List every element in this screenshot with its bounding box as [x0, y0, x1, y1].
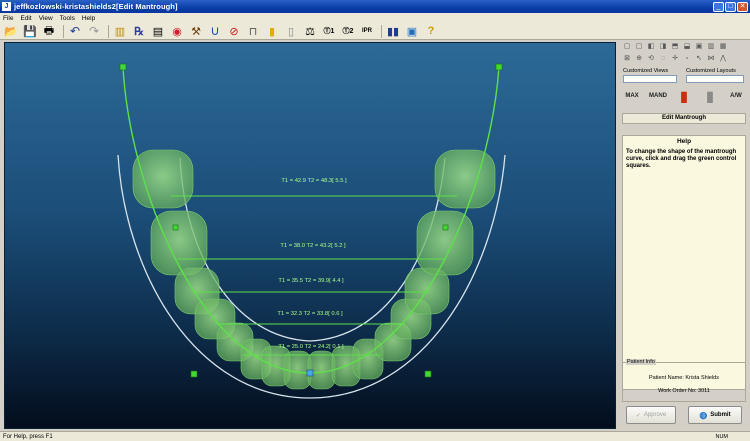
- help-icon[interactable]: ?: [423, 24, 439, 39]
- teeth-group: [132, 149, 496, 390]
- view-bottom-icon[interactable]: ⬓: [682, 42, 692, 52]
- customized-views-dropdown[interactable]: [623, 75, 677, 83]
- t2-icon[interactable]: Ⓣ2: [340, 24, 356, 39]
- patient-info-label: Patient Info: [626, 359, 656, 365]
- patient-name: Patient Name: Krista Shields: [648, 375, 719, 381]
- customized-layouts-label: Customized Layouts: [686, 68, 736, 74]
- arch-form-icon[interactable]: ∪: [207, 23, 223, 39]
- view-grid-icon[interactable]: ▦: [718, 42, 728, 52]
- gray-tooth-icon[interactable]: ▮: [700, 86, 720, 106]
- column-view-icon[interactable]: ▮▮: [385, 24, 401, 39]
- model-viewport[interactable]: T1 = 42.9 T2 = 48.3[ 5.5 ] T1 = 38.0 T2 …: [4, 42, 616, 429]
- save-icon[interactable]: 💾: [22, 24, 38, 39]
- window-title: jeffkozlowski-kristashields2[Edit Mantro…: [14, 2, 178, 11]
- right-panel: ▢ ▢ ◧ ◨ ⬒ ⬓ ▣ ▥ ▦ ⊠ ⊕ ⟲ ◌ ✛ ▫ ↖ ⋈ ⋀ Cust…: [620, 40, 748, 430]
- control-square-mid-right: [442, 224, 449, 231]
- ipr-icon[interactable]: IPR: [359, 24, 375, 39]
- tooth-icon[interactable]: ▮: [264, 24, 280, 39]
- image-view-icon[interactable]: ▣: [404, 24, 420, 39]
- title-bar: J jeffkozlowski-kristashields2[Edit Mant…: [0, 0, 750, 13]
- menu-edit[interactable]: Edit: [20, 15, 31, 22]
- help-text: To change the shape of the mantrough cur…: [626, 149, 737, 169]
- approve-button[interactable]: ✓ Approve: [626, 406, 676, 424]
- submit-button[interactable]: ◍ Submit: [688, 406, 742, 424]
- maximize-button[interactable]: □: [725, 1, 736, 12]
- gum-icon[interactable]: ▯: [283, 24, 299, 39]
- arch-model[interactable]: [5, 43, 616, 429]
- square-icon[interactable]: ▫: [682, 54, 692, 64]
- view-back-icon[interactable]: ▢: [634, 42, 644, 52]
- view-front-icon[interactable]: ▢: [622, 42, 632, 52]
- control-square-top-left: [119, 63, 127, 71]
- pointer-icon[interactable]: ↖: [694, 54, 704, 64]
- app-logo-icon[interactable]: J: [2, 2, 11, 11]
- view-icon-grid: ▢ ▢ ◧ ◨ ⬒ ⬓ ▣ ▥ ▦ ⊠ ⊕ ⟲ ◌ ✛ ▫ ↖ ⋈ ⋀: [622, 42, 746, 66]
- zoom-fit-icon[interactable]: ⊠: [622, 54, 632, 64]
- measurement-label: T1 = 32.3 T2 = 33.8[ 0.6 ]: [277, 311, 343, 317]
- menu-tools[interactable]: Tools: [60, 15, 75, 22]
- menu-help[interactable]: Help: [82, 15, 95, 22]
- select-icon[interactable]: ◌: [658, 54, 668, 64]
- mand-icon[interactable]: MAND: [648, 86, 668, 106]
- print-icon[interactable]: 🖶: [41, 24, 57, 39]
- open-folder-icon[interactable]: 📂: [3, 24, 19, 39]
- approve-icon: ✓: [635, 412, 641, 419]
- hammer-icon[interactable]: ⚒: [188, 24, 204, 39]
- measurement-label: T1 = 38.0 T2 = 43.2[ 5.2 ]: [280, 243, 346, 249]
- t1-icon[interactable]: Ⓣ1: [321, 24, 337, 39]
- arch-selector: MAX MAND ▮ ▮ A/W: [622, 86, 746, 106]
- close-button[interactable]: ✕: [737, 1, 748, 12]
- control-square-bottom-center: [306, 369, 314, 377]
- tooth: [434, 149, 496, 209]
- prescription-icon[interactable]: ℞: [131, 24, 147, 39]
- menu-bar: File Edit View Tools Help: [0, 13, 750, 23]
- zoom-in-icon[interactable]: ⊕: [634, 54, 644, 64]
- bracket-icon[interactable]: ⊓: [245, 24, 261, 39]
- rotate-icon[interactable]: ⟲: [646, 54, 656, 64]
- clipboard-icon[interactable]: ▤: [150, 24, 166, 39]
- crown-icon[interactable]: ▮: [674, 86, 694, 106]
- edit-mantrough-header: Edit Mantrough: [622, 113, 746, 124]
- control-square-bottom-right: [424, 370, 432, 378]
- work-order: Work Order No: 3011: [658, 388, 710, 394]
- status-text: For Help, press F1: [3, 433, 53, 440]
- status-bar: For Help, press F1 NUM: [0, 431, 750, 441]
- redo-icon[interactable]: ↷: [86, 24, 102, 39]
- aw-icon[interactable]: A/W: [726, 86, 746, 106]
- scale-icon[interactable]: ⚖: [302, 24, 318, 39]
- red-circle-icon[interactable]: ⊘: [226, 24, 242, 39]
- max-icon[interactable]: MAX: [622, 86, 642, 106]
- globe-icon: ◍: [699, 409, 708, 420]
- measurement-label: T1 = 25.0 T2 = 24.2[ 0.1 ]: [278, 344, 344, 350]
- view-top-icon[interactable]: ⬒: [670, 42, 680, 52]
- view-iso-icon[interactable]: ▣: [694, 42, 704, 52]
- toolbar: 📂 💾 🖶 ↶ ↷ ▥ ℞ ▤ ◉ ⚒ ∪ ⊘ ⊓ ▮ ▯ ⚖ Ⓣ1 Ⓣ2 IP…: [0, 23, 750, 40]
- mirror-icon[interactable]: ⋈: [706, 54, 716, 64]
- control-square-mid-left: [172, 224, 179, 231]
- menu-file[interactable]: File: [3, 15, 13, 22]
- minimize-button[interactable]: _: [713, 1, 724, 12]
- menu-view[interactable]: View: [39, 15, 53, 22]
- control-square-top-right: [495, 63, 503, 71]
- measure-icon[interactable]: ⋀: [718, 54, 728, 64]
- customized-views-label: Customized Views: [623, 68, 669, 74]
- help-title: Help: [676, 138, 692, 145]
- move-icon[interactable]: ✛: [670, 54, 680, 64]
- tooth: [416, 210, 474, 276]
- tooth: [132, 149, 194, 209]
- view-split-icon[interactable]: ▥: [706, 42, 716, 52]
- num-lock-indicator: NUM: [715, 433, 728, 440]
- help-box: Help To change the shape of the mantroug…: [622, 135, 746, 390]
- measurement-label: T1 = 35.5 T2 = 39.9[ 4.4 ]: [278, 278, 344, 284]
- undo-icon[interactable]: ↶: [67, 24, 83, 39]
- customized-layouts-dropdown[interactable]: [686, 75, 744, 83]
- measurement-label: T1 = 42.9 T2 = 48.3[ 5.5 ]: [281, 178, 347, 184]
- tooth-chart-icon[interactable]: ▥: [112, 24, 128, 39]
- lips-icon[interactable]: ◉: [169, 24, 185, 39]
- view-right-icon[interactable]: ◨: [658, 42, 668, 52]
- patient-info: Patient Info Patient Name: Krista Shield…: [622, 359, 746, 402]
- control-square-bottom-left: [190, 370, 198, 378]
- view-left-icon[interactable]: ◧: [646, 42, 656, 52]
